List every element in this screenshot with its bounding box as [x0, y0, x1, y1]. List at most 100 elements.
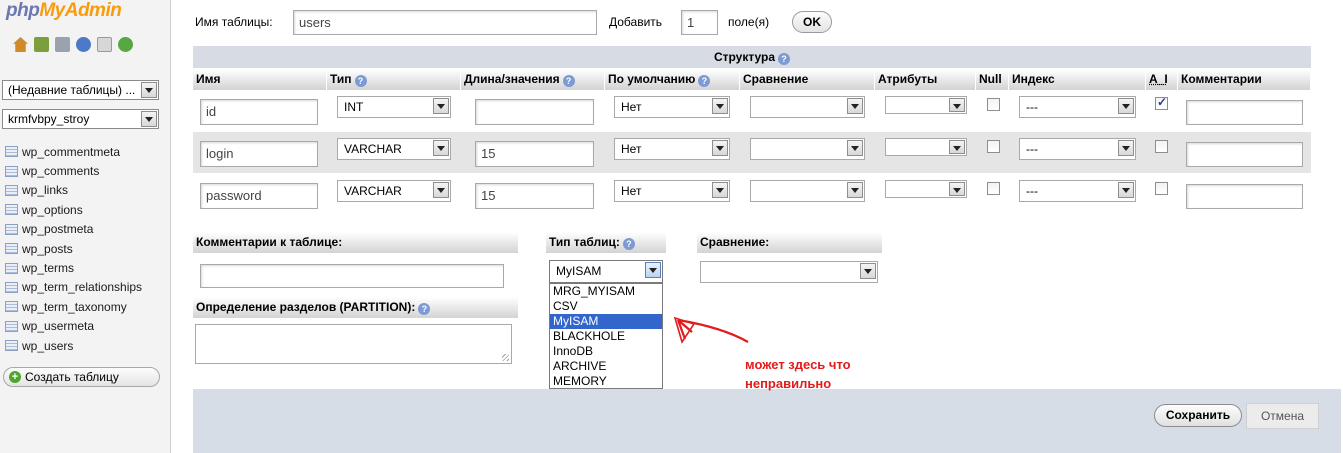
chevron-down-icon[interactable] [860, 263, 876, 279]
table-icon[interactable] [5, 281, 18, 293]
database-icon[interactable] [34, 37, 49, 52]
table-icon[interactable] [5, 184, 18, 196]
help-icon[interactable]: ? [622, 238, 635, 250]
chevron-down-icon[interactable] [433, 98, 449, 114]
help-icon[interactable]: ? [778, 53, 791, 65]
field-name-input[interactable]: login [200, 141, 318, 167]
table-icon[interactable] [5, 204, 18, 216]
chevron-down-icon[interactable] [847, 98, 863, 114]
field-index-select[interactable]: --- [1019, 138, 1136, 160]
add-fields-count-input[interactable]: 1 [681, 10, 718, 35]
partition-textarea[interactable] [195, 324, 512, 364]
table-list-item[interactable]: wp_postmeta [5, 220, 142, 239]
field-null-checkbox[interactable] [987, 182, 1000, 195]
table-collation-select[interactable] [700, 261, 878, 283]
engine-option[interactable]: MRG_MYISAM [550, 284, 662, 299]
field-attributes-select[interactable] [885, 138, 967, 156]
save-button[interactable]: Сохранить [1154, 404, 1242, 427]
engine-option[interactable]: InnoDB [550, 344, 662, 359]
cancel-button[interactable]: Отмена [1246, 403, 1319, 429]
chevron-down-icon[interactable] [847, 140, 863, 156]
documentation-icon[interactable] [97, 37, 112, 52]
home-icon[interactable] [13, 37, 28, 52]
field-type-select[interactable]: VARCHAR [337, 138, 451, 160]
engine-option[interactable]: CSV [550, 299, 662, 314]
chevron-down-icon[interactable] [949, 98, 965, 112]
chevron-down-icon[interactable] [645, 262, 661, 278]
chevron-down-icon[interactable] [1118, 182, 1134, 198]
field-auto-increment-checkbox[interactable] [1155, 140, 1168, 153]
field-length-input[interactable]: 15 [475, 141, 594, 167]
chevron-down-icon[interactable] [712, 182, 728, 198]
table-list-item[interactable]: wp_term_relationships [5, 278, 142, 297]
field-length-input[interactable] [475, 99, 594, 125]
ok-button[interactable]: OK [792, 11, 832, 33]
table-list-item[interactable]: wp_comments [5, 161, 142, 180]
engine-option[interactable]: ARCHIVE [550, 359, 662, 374]
table-icon[interactable] [5, 340, 18, 352]
field-collation-select[interactable] [750, 180, 865, 202]
reload-icon[interactable] [118, 37, 133, 52]
help-icon[interactable]: ? [354, 75, 367, 87]
field-attributes-select[interactable] [885, 96, 967, 114]
table-engine-select[interactable]: MyISAM [549, 260, 663, 283]
help-icon[interactable]: ? [562, 75, 575, 87]
table-list-item[interactable]: wp_usermeta [5, 317, 142, 336]
engine-option[interactable]: BLACKHOLE [550, 329, 662, 344]
chevron-down-icon[interactable] [1118, 140, 1134, 156]
table-list-item[interactable]: wp_posts [5, 239, 142, 258]
chevron-down-icon[interactable] [712, 140, 728, 156]
field-comment-input[interactable] [1186, 142, 1303, 167]
field-comment-input[interactable] [1186, 184, 1303, 209]
field-comment-input[interactable] [1186, 100, 1303, 125]
field-index-select[interactable]: --- [1019, 180, 1136, 202]
chevron-down-icon[interactable] [433, 182, 449, 198]
chevron-down-icon[interactable] [949, 182, 965, 196]
engine-option[interactable]: MyISAM [550, 314, 662, 329]
table-icon[interactable] [5, 243, 18, 255]
table-icon[interactable] [5, 320, 18, 332]
table-list-item[interactable]: wp_users [5, 336, 142, 355]
table-name-input[interactable]: users [293, 10, 597, 35]
database-select[interactable]: krmfvbpy_stroy [2, 109, 159, 129]
help-icon[interactable] [76, 37, 91, 52]
create-table-button[interactable]: + Создать таблицу [3, 367, 160, 387]
chevron-down-icon[interactable] [712, 98, 728, 114]
field-default-select[interactable]: Нет [614, 180, 730, 202]
recent-tables-select[interactable]: (Недавние таблицы) ... [2, 80, 159, 100]
field-null-checkbox[interactable] [987, 98, 1000, 111]
chevron-down-icon[interactable] [949, 140, 965, 154]
sql-query-icon[interactable] [55, 37, 70, 52]
table-icon[interactable] [5, 262, 18, 274]
table-icon[interactable] [5, 301, 18, 313]
field-attributes-select[interactable] [885, 180, 967, 198]
table-list-item[interactable]: wp_commentmeta [5, 142, 142, 161]
field-auto-increment-checkbox[interactable] [1155, 95, 1168, 110]
field-length-input[interactable]: 15 [475, 183, 594, 209]
table-list-item[interactable]: wp_term_taxonomy [5, 297, 142, 316]
field-type-select[interactable]: INT [337, 96, 451, 118]
field-type-select[interactable]: VARCHAR [337, 180, 451, 202]
help-icon[interactable]: ? [418, 303, 431, 315]
chevron-down-icon[interactable] [141, 111, 157, 127]
field-auto-increment-checkbox[interactable] [1155, 182, 1168, 195]
table-icon[interactable] [5, 165, 18, 177]
field-index-select[interactable]: --- [1019, 96, 1136, 118]
field-null-checkbox[interactable] [987, 140, 1000, 153]
resize-grip-icon[interactable] [502, 354, 509, 361]
chevron-down-icon[interactable] [141, 82, 157, 98]
chevron-down-icon[interactable] [847, 182, 863, 198]
engine-option[interactable]: MEMORY [550, 374, 662, 389]
phpmyadmin-logo[interactable]: phpMyAdmin [6, 0, 122, 22]
table-list-item[interactable]: wp_terms [5, 258, 142, 277]
field-collation-select[interactable] [750, 138, 865, 160]
field-collation-select[interactable] [750, 96, 865, 118]
chevron-down-icon[interactable] [433, 140, 449, 156]
table-list-item[interactable]: wp_options [5, 200, 142, 219]
table-icon[interactable] [5, 146, 18, 158]
field-default-select[interactable]: Нет [614, 138, 730, 160]
help-icon[interactable]: ? [698, 75, 711, 87]
field-default-select[interactable]: Нет [614, 96, 730, 118]
table-list-item[interactable]: wp_links [5, 181, 142, 200]
field-name-input[interactable]: id [200, 99, 318, 125]
